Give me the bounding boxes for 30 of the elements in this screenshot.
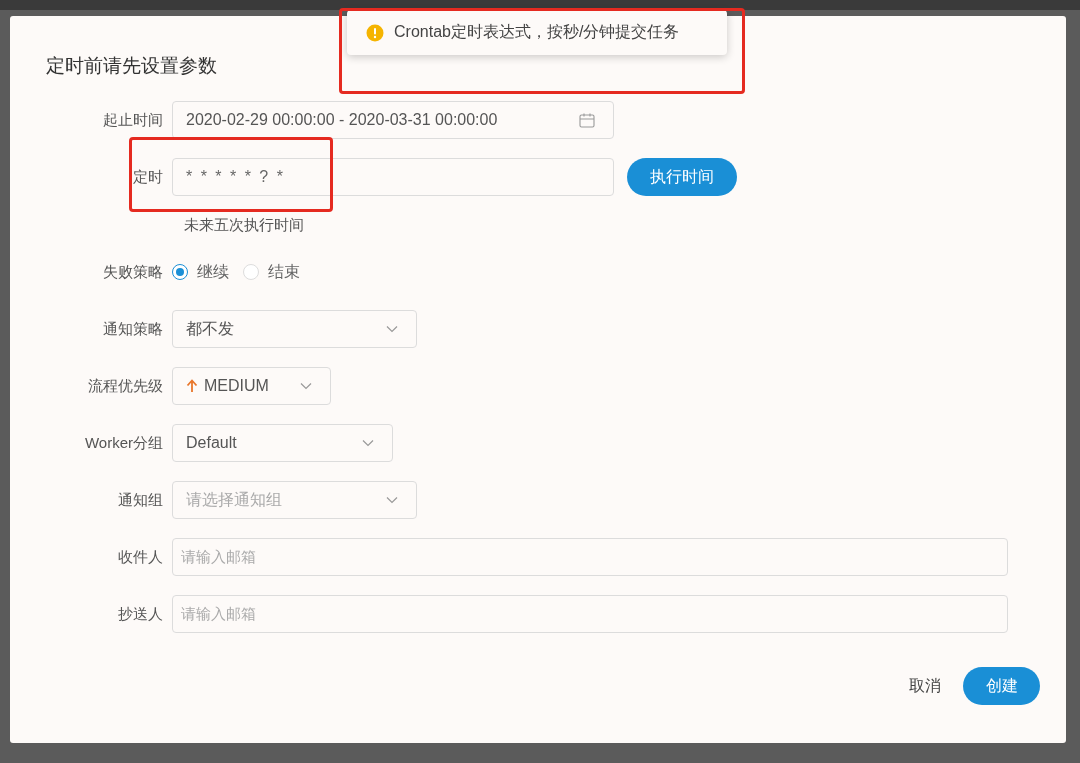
field-label: Worker分组 [84, 434, 163, 451]
cancel-button[interactable]: 取消 [909, 675, 941, 697]
warning-icon [366, 23, 384, 42]
toast-text: Crontab定时表达式，按秒/分钟提交任务 [394, 22, 680, 42]
field-label: 通知组 [118, 491, 163, 508]
chevron-down-icon [362, 439, 374, 447]
radio-button[interactable] [172, 264, 188, 280]
field-label: 收件人 [118, 548, 163, 565]
field-label: 起止时间 [103, 111, 163, 128]
execution-time-button[interactable]: 执行时间 [627, 158, 737, 196]
field-label: 通知策略 [103, 320, 163, 337]
chevron-down-icon [386, 325, 398, 333]
chevron-down-icon [300, 382, 312, 390]
field-label: 流程优先级 [88, 377, 163, 394]
radio-label[interactable]: 结束 [268, 261, 300, 283]
priority-select-field[interactable]: MEDIUM [172, 367, 331, 405]
arrow-up-icon [186, 379, 198, 393]
field-label: 失败策略 [103, 263, 163, 280]
hint-text: 未来五次执行时间 [184, 216, 305, 234]
field-label: 抄送人 [118, 605, 163, 622]
date-range-field[interactable]: 2020-02-29 00:00:00 - 2020-03-31 00:00:00 [172, 101, 614, 139]
radio-label[interactable]: 继续 [197, 261, 229, 283]
cron-input-field[interactable]: * * * * * ? * [172, 158, 614, 196]
create-button[interactable]: 创建 [963, 667, 1040, 705]
field-label: 定时 [133, 168, 163, 185]
chevron-down-icon [386, 496, 398, 504]
dialog-title: 定时前请先设置参数 [46, 55, 218, 77]
select-field[interactable]: 都不发 [172, 310, 417, 348]
calendar-icon [579, 112, 595, 128]
select-field[interactable]: Default [172, 424, 393, 462]
